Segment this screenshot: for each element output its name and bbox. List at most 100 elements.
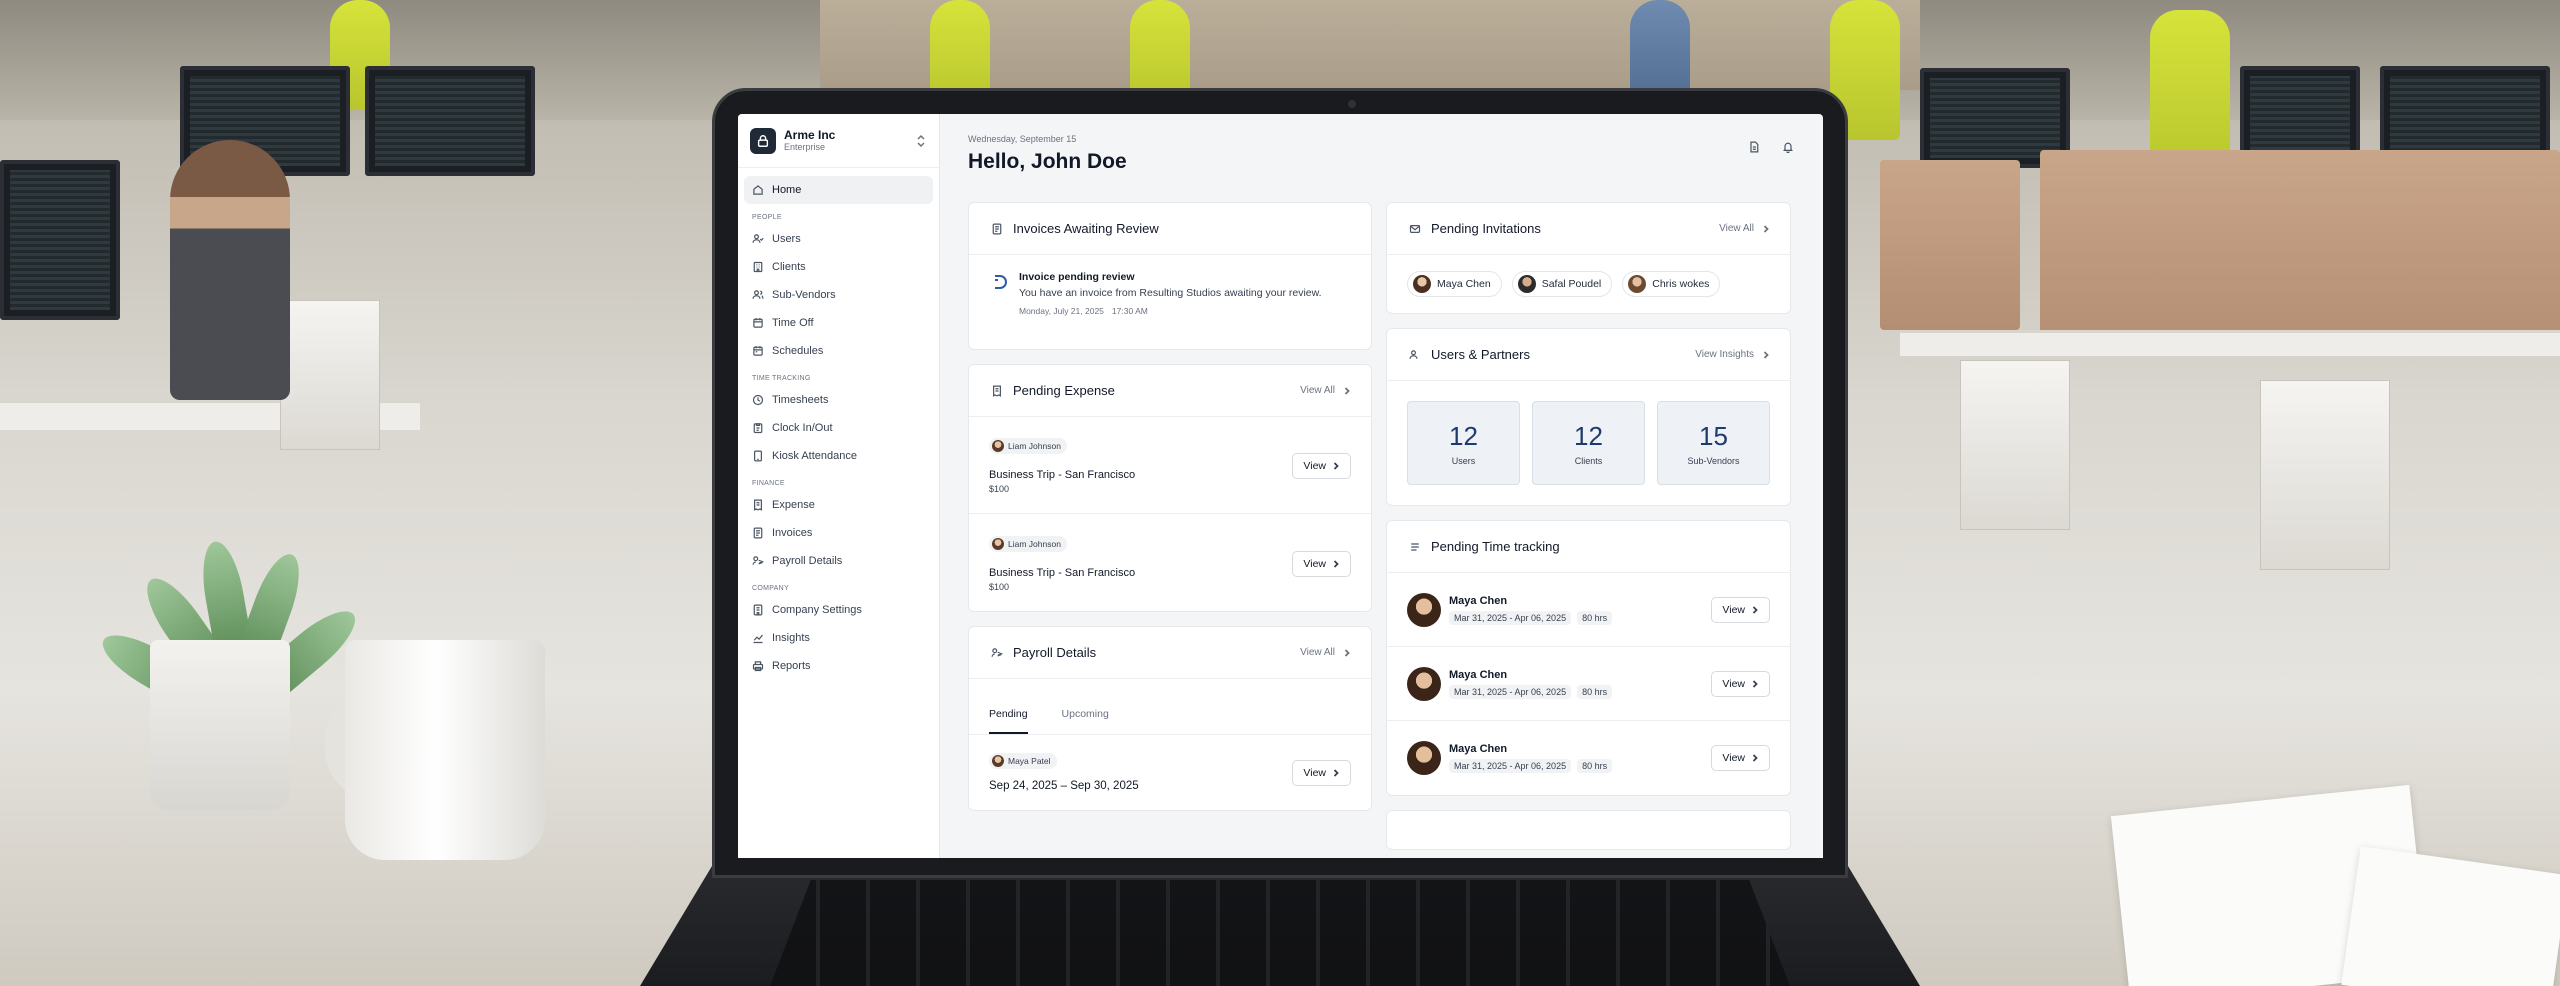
expense-title: Business Trip - San Francisco — [989, 469, 1136, 481]
stat-label: Sub-Vendors — [1687, 455, 1740, 466]
sidebar-item-label: Insights — [772, 632, 810, 644]
sidebar-item-home[interactable]: Home — [744, 176, 933, 204]
bell-icon[interactable] — [1777, 136, 1799, 158]
invitee-chip[interactable]: Safal Poudel — [1511, 271, 1613, 297]
users-icon — [752, 234, 764, 243]
sidebar-item-label: Invoices — [772, 527, 813, 539]
table-row: Maya Chen Mar 31, 2025 - Apr 06, 2025 80 … — [1387, 721, 1790, 795]
invitee-chip[interactable]: Chris wokes — [1622, 271, 1721, 297]
person-chip: Maya Patel — [989, 753, 1057, 769]
receipt-icon — [989, 383, 1005, 399]
table-row: Maya Chen Mar 31, 2025 - Apr 06, 2025 80 … — [1387, 647, 1790, 721]
chevron-right-icon — [1752, 679, 1758, 688]
avatar — [1407, 666, 1441, 701]
view-button[interactable]: View — [1711, 596, 1770, 623]
sidebar-item-payroll-details[interactable]: Payroll Details — [744, 547, 933, 575]
sidebar-item-label: Users — [772, 233, 801, 245]
sidebar-item-users[interactable]: Users — [744, 225, 933, 253]
list-item: Liam Johnson Business Trip - San Francis… — [969, 417, 1371, 514]
stat-users[interactable]: 12 Users — [1407, 401, 1520, 485]
card-title: Pending Expense — [1013, 383, 1115, 398]
org-switcher[interactable]: Arme Inc Enterprise — [738, 114, 939, 168]
sidebar-item-invoices[interactable]: Invoices — [744, 519, 933, 547]
stat-sub-vendors[interactable]: 15 Sub-Vendors — [1657, 401, 1770, 485]
hours-badge: 80 hrs — [1577, 610, 1613, 625]
sidebar: Arme Inc Enterprise Home PEOPLE Users Cl… — [738, 114, 940, 858]
plant-pot — [150, 640, 290, 810]
invoice-item-time: 17:30 AM — [1111, 306, 1148, 316]
calendar-off-icon — [753, 318, 763, 328]
user-group-icon — [752, 290, 764, 299]
expense-title: Business Trip - San Francisco — [989, 566, 1136, 579]
view-button[interactable]: View — [1292, 453, 1351, 479]
sidebar-item-label: Reports — [772, 660, 811, 672]
expense-amount: $100 — [989, 581, 1010, 592]
paper-on-desk — [2341, 846, 2560, 986]
sidebar-item-label: Clients — [772, 261, 806, 273]
tab-upcoming[interactable]: Upcoming — [1062, 708, 1109, 734]
list-item: Maya Patel Sep 24, 2025 – Sep 30, 2025 V… — [969, 735, 1371, 810]
chart-line-icon — [753, 634, 763, 644]
stat-value: 12 — [1449, 420, 1478, 451]
chevron-right-icon — [1752, 754, 1758, 762]
sidebar-item-schedules[interactable]: Schedules — [744, 337, 933, 365]
invoice-icon — [753, 527, 763, 539]
date-range: Mar 31, 2025 - Apr 06, 2025 — [1449, 684, 1572, 699]
table-row: Maya Chen Mar 31, 2025 - Apr 06, 2025 80 … — [1387, 573, 1790, 647]
office-partition — [2040, 150, 2560, 350]
sidebar-item-timesheets[interactable]: Timesheets — [744, 386, 933, 414]
sidebar-item-kiosk-attendance[interactable]: Kiosk Attendance — [744, 442, 933, 470]
sidebar-item-sub-vendors[interactable]: Sub-Vendors — [744, 281, 933, 309]
invitee-chip[interactable]: Maya Chen — [1407, 271, 1502, 297]
card-title: Pending Invitations — [1431, 221, 1541, 236]
list-item: Liam Johnson Business Trip - San Francis… — [969, 514, 1371, 611]
card-title: Payroll Details — [1013, 645, 1097, 660]
view-all-link[interactable]: View All — [1719, 223, 1770, 234]
sidebar-item-company-settings[interactable]: Company Settings — [744, 596, 933, 624]
employee-name: Maya Chen — [1449, 668, 1508, 681]
chevron-right-icon — [1344, 648, 1350, 657]
sidebar-item-clock-in-out[interactable]: Clock In/Out — [744, 414, 933, 442]
org-plan: Enterprise — [784, 142, 826, 152]
chevron-updown-icon — [917, 134, 925, 147]
file-cabinet — [280, 300, 380, 450]
view-button[interactable]: View — [1292, 550, 1351, 577]
sidebar-item-label: Home — [772, 184, 802, 196]
person-chip: Liam Johnson — [989, 535, 1067, 552]
view-insights-link[interactable]: View Insights — [1695, 349, 1770, 360]
stat-clients[interactable]: 12 Clients — [1532, 401, 1645, 485]
payroll-icon — [752, 556, 764, 565]
sidebar-item-insights[interactable]: Insights — [744, 624, 933, 652]
app-screen: Arme Inc Enterprise Home PEOPLE Users Cl… — [738, 114, 1823, 858]
org-name: Arme Inc — [784, 128, 836, 142]
avatar — [992, 755, 1004, 767]
view-button[interactable]: View — [1292, 759, 1351, 786]
seated-woman-figure — [170, 140, 290, 400]
list-icon — [1407, 539, 1423, 555]
view-button[interactable]: View — [1711, 745, 1770, 771]
sidebar-item-label: Payroll Details — [772, 555, 843, 567]
sidebar-item-expense[interactable]: Expense — [744, 491, 933, 519]
sidebar-item-label: Expense — [772, 499, 815, 511]
document-icon[interactable] — [1743, 136, 1765, 158]
header-actions — [1743, 136, 1799, 158]
time-tracking-card: Pending Time tracking Maya Chen Mar 31, … — [1386, 520, 1791, 796]
view-all-link[interactable]: View All — [1300, 647, 1351, 658]
avatar — [1517, 275, 1536, 293]
invoice-notification[interactable]: Invoice pending review You have an invoi… — [969, 255, 1371, 349]
view-all-link[interactable]: View All — [1300, 385, 1351, 396]
payroll-icon — [989, 645, 1005, 661]
view-button[interactable]: View — [1711, 670, 1770, 697]
sidebar-item-reports[interactable]: Reports — [744, 652, 933, 680]
card-title: Users & Partners — [1431, 347, 1530, 362]
tab-pending[interactable]: Pending — [989, 708, 1028, 734]
sidebar-item-time-off[interactable]: Time Off — [744, 309, 933, 337]
sidebar-item-label: Timesheets — [772, 394, 829, 406]
date-range: Mar 31, 2025 - Apr 06, 2025 — [1449, 610, 1572, 625]
calendar-icon — [753, 346, 763, 356]
invitation-list: Maya Chen Safal Poudel Chris wokes — [1387, 255, 1790, 313]
background-monitor — [365, 66, 535, 176]
sidebar-item-label: Company Settings — [772, 604, 862, 616]
invoice-item-date: Monday, July 21, 2025 — [1019, 306, 1104, 316]
sidebar-item-clients[interactable]: Clients — [744, 253, 933, 281]
